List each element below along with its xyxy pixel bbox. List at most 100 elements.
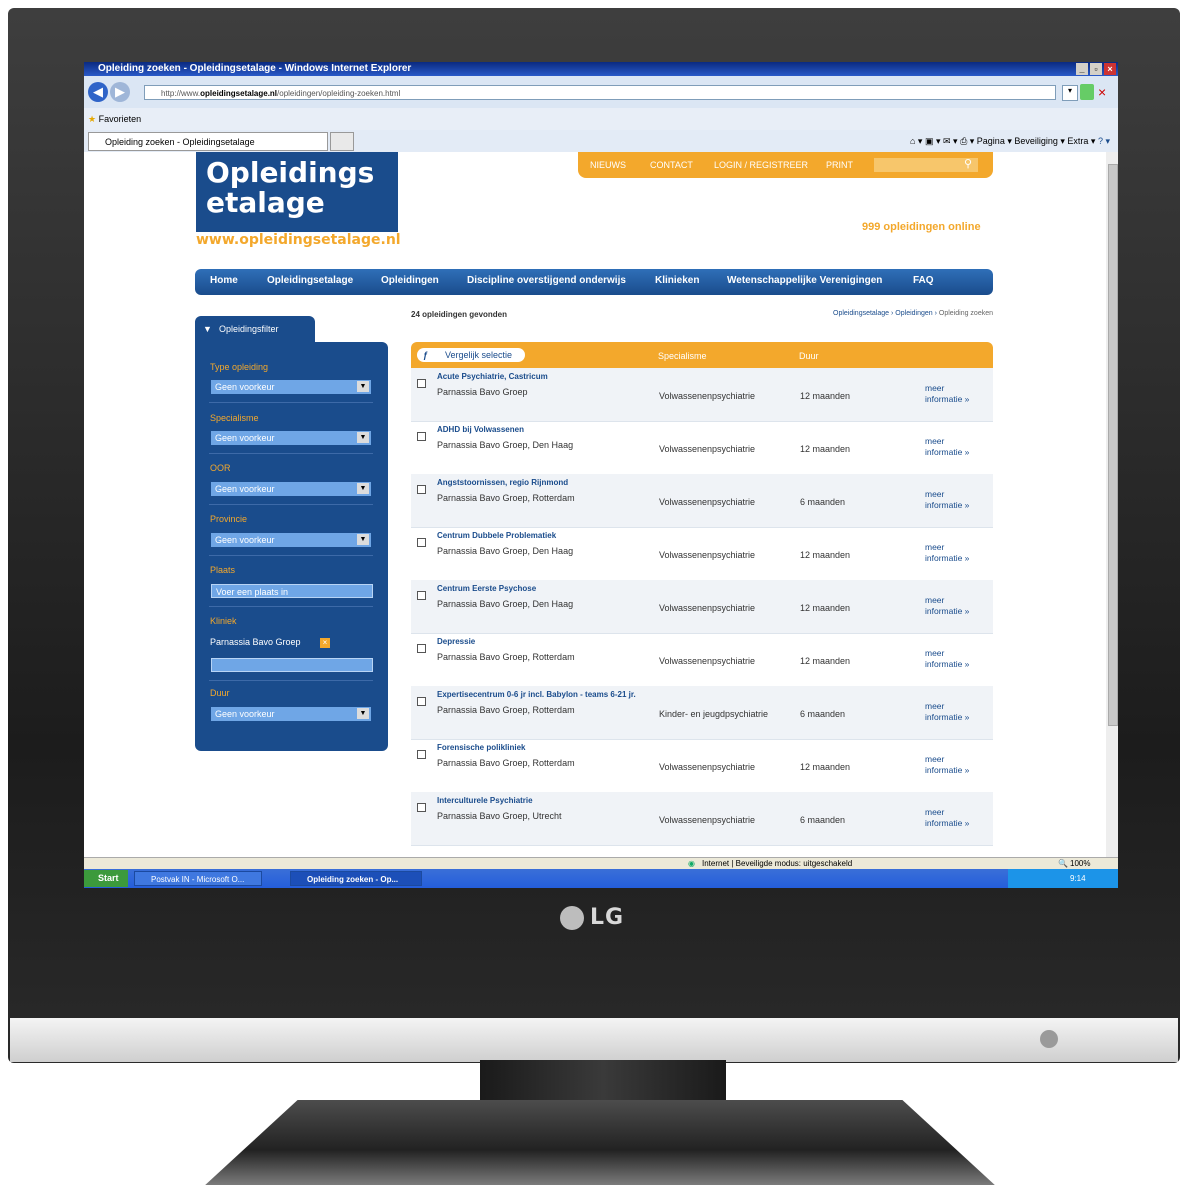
row-checkbox[interactable] [417,750,426,759]
scrollbar-thumb[interactable] [1108,164,1118,726]
row-title[interactable]: ADHD bij Volwassenen [437,425,524,434]
topnav-contact[interactable]: CONTACT [650,160,693,170]
row-checkbox[interactable] [417,538,426,547]
help-icon[interactable]: ? ▾ [1098,136,1110,146]
nav-klinieken[interactable]: Klinieken [655,275,699,286]
stop-icon[interactable]: × [1098,84,1112,100]
select-provincie[interactable]: Geen voorkeur ▼ [211,533,371,547]
search-input[interactable] [874,158,978,172]
mail-icon[interactable]: ✉ ▾ [943,136,958,146]
breadcrumb-item[interactable]: Opleidingen [895,310,932,317]
select-value: Geen voorkeur [215,709,275,719]
select-duur[interactable]: Geen voorkeur ▼ [211,707,371,721]
row-subtitle: Parnassia Bavo Groep, Den Haag [437,599,574,609]
remove-icon[interactable]: × [320,638,330,648]
tab-bar: Opleiding zoeken - Opleidingsetalage ⌂ ▾… [84,130,1118,153]
top-nav: NIEUWS CONTACT LOGIN / REGISTREER PRINT … [578,152,993,178]
taskbar-item-outlook[interactable]: Postvak IN - Microsoft O... [134,871,262,886]
favorites-label[interactable]: Favorieten [99,114,142,124]
topnav-nieuws[interactable]: NIEUWS [590,160,626,170]
row-more-link[interactable]: meer informatie » [925,436,969,458]
table-row: Expertisecentrum 0-6 jr incl. Babylon - … [411,686,993,740]
row-checkbox[interactable] [417,644,426,653]
row-more-link[interactable]: meer informatie » [925,648,969,670]
forward-icon[interactable]: ▶ [110,82,130,102]
search-icon[interactable]: ⚲ [964,157,972,170]
row-title[interactable]: Expertisecentrum 0-6 jr incl. Babylon - … [437,690,636,699]
favorites-star-icon[interactable]: ★ [84,114,96,124]
nav-discipline[interactable]: Discipline overstijgend onderwijs [467,275,626,286]
select-specialisme[interactable]: Geen voorkeur ▼ [211,431,371,445]
topnav-login[interactable]: LOGIN / REGISTREER [714,160,808,170]
row-checkbox[interactable] [417,591,426,600]
row-more-link[interactable]: meer informatie » [925,754,969,776]
row-checkbox[interactable] [417,803,426,812]
more-line2: informatie » [925,447,970,457]
site-logo[interactable]: Opleidings etalage [196,152,398,232]
more-line2: informatie » [925,712,970,722]
nav-faq[interactable]: FAQ [913,275,934,286]
row-more-link[interactable]: meer informatie » [925,807,969,829]
table-row: ADHD bij Volwassenen Parnassia Bavo Groe… [411,421,993,475]
feeds-icon[interactable]: ▣ ▾ [925,136,941,146]
row-checkbox[interactable] [417,432,426,441]
breadcrumb-current: Opleiding zoeken [938,310,993,317]
row-checkbox[interactable] [417,379,426,388]
url-input[interactable]: http://www.opleidingsetalage.nl/opleidin… [144,85,1056,100]
col-specialisme: Specialisme [658,351,707,361]
home-icon[interactable]: ⌂ ▾ [910,136,922,146]
nav-home[interactable]: Home [210,275,238,286]
chevron-down-icon: ▼ [357,432,369,443]
row-checkbox[interactable] [417,697,426,706]
logo-url: www.opleidingsetalage.nl [196,232,401,248]
breadcrumb-item[interactable]: Opleidingsetalage [833,310,889,317]
minimize-icon[interactable]: _ [1076,63,1088,75]
plaats-input[interactable]: Voer een plaats in [211,584,373,598]
more-line2: informatie » [925,606,970,616]
start-button[interactable]: Start [84,870,128,887]
topnav-print[interactable]: PRINT [826,160,853,170]
chevron-down-icon: ▼ [357,483,369,494]
row-title[interactable]: Centrum Dubbele Problematiek [437,531,556,540]
row-title[interactable]: Angststoornissen, regio Rijnmond [437,478,568,487]
compare-button[interactable]: ƒ Vergelijk selectie [417,348,525,362]
select-value: Geen voorkeur [215,484,275,494]
print-icon[interactable]: ⎙ ▾ [960,136,974,146]
nav-opleidingen[interactable]: Opleidingen [381,275,439,286]
row-duur: 6 maanden [800,815,846,825]
table-row: Centrum Eerste Psychose Parnassia Bavo G… [411,580,993,634]
row-duur: 12 maanden [800,391,851,401]
nav-opleidingsetalage[interactable]: Opleidingsetalage [267,275,353,286]
cmd-beveiliging[interactable]: Beveiliging ▾ [1014,136,1065,146]
row-more-link[interactable]: meer informatie » [925,701,969,723]
row-more-link[interactable]: meer informatie » [925,489,969,511]
select-oor[interactable]: Geen voorkeur ▼ [211,482,371,496]
row-checkbox[interactable] [417,485,426,494]
row-title[interactable]: Centrum Eerste Psychose [437,584,536,593]
tab-active[interactable]: Opleiding zoeken - Opleidingsetalage [88,132,328,151]
taskbar-item-ie[interactable]: Opleiding zoeken - Op... [290,871,422,886]
row-more-link[interactable]: meer informatie » [925,595,969,617]
cmd-extra[interactable]: Extra ▾ [1067,136,1095,146]
window-title: Opleiding zoeken - Opleidingsetalage - W… [98,63,412,74]
nav-verenigingen[interactable]: Wetenschappelijke Verenigingen [727,275,882,286]
maximize-icon[interactable]: ▫ [1090,63,1102,75]
refresh-icon[interactable] [1080,84,1094,100]
lg-logo-icon [560,906,584,930]
cmd-pagina[interactable]: Pagina ▾ [977,136,1012,146]
row-title[interactable]: Depressie [437,637,475,646]
dropdown-icon[interactable]: ▾ [1062,85,1078,101]
kliniek-input[interactable] [211,658,373,672]
row-more-link[interactable]: meer informatie » [925,542,969,564]
back-icon[interactable]: ◀ [88,82,108,102]
divider [209,453,373,454]
new-tab-button[interactable] [330,132,354,151]
row-title[interactable]: Interculturele Psychiatrie [437,796,533,805]
col-duur: Duur [799,351,819,361]
row-more-link[interactable]: meer informatie » [925,383,969,405]
close-icon[interactable]: × [1104,63,1116,75]
row-title[interactable]: Forensische polikliniek [437,743,525,752]
row-specialisme: Volwassenenpsychiatrie [659,391,756,401]
row-title[interactable]: Acute Psychiatrie, Castricum [437,372,548,381]
select-type[interactable]: Geen voorkeur ▼ [211,380,371,394]
